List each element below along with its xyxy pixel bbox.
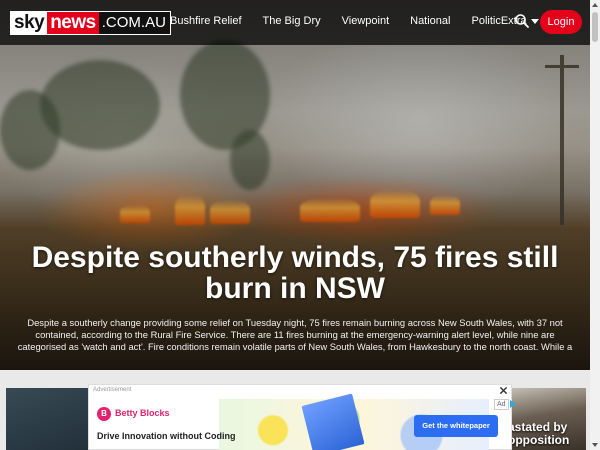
main-nav: Bushfire Relief The Big Dry Viewpoint Na… [170,15,560,27]
page: Despite southerly winds, 75 fires still … [0,0,600,450]
logo-news: news [47,12,99,34]
logo-domain: .COM.AU [98,12,170,34]
nav-item-bushfire-relief[interactable]: Bushfire Relief [170,15,242,27]
login-button[interactable]: Login [540,10,582,34]
close-icon[interactable] [499,386,508,395]
ad-tagline: Drive Innovation without Coding [97,431,236,441]
scroll-up-arrow-icon[interactable] [590,0,600,10]
story-card[interactable]: astated by opposition [500,388,586,450]
hero-overlay [0,0,590,370]
nav-item-viewpoint[interactable]: Viewpoint [342,15,390,27]
ad-label: Advertisement [93,387,132,393]
scrollbar-thumb[interactable] [592,12,598,42]
ad-cta-button[interactable]: Get the whitepaper [414,415,498,437]
scroll-down-arrow-icon[interactable] [590,440,600,450]
nav-item-the-big-dry[interactable]: The Big Dry [263,15,321,27]
chevron-down-icon [530,18,539,24]
page-scrollbar[interactable] [590,0,600,450]
story-card-title-line: opposition [508,433,570,447]
logo-sky: sky [11,12,48,34]
hero-headline[interactable]: Despite southerly winds, 75 fires still … [0,242,590,304]
search-icon[interactable] [514,13,530,29]
sky-news-logo[interactable]: sky news .COM.AU [10,11,171,35]
story-card-image[interactable] [6,388,88,450]
advertisement-banner[interactable]: Advertisement B Betty Blocks Drive Innov… [88,384,516,450]
story-card-title: astated by opposition [508,421,569,447]
betty-blocks-logo: B [97,407,111,421]
nav-item-national[interactable]: National [410,15,450,27]
adchoices-icon[interactable] [509,399,517,409]
hero-story[interactable]: Despite southerly winds, 75 fires still … [0,0,590,370]
hero-summary: Despite a southerly change providing som… [17,317,573,352]
site-header: sky news .COM.AU Bushfire Relief The Big… [0,0,590,45]
ad-brand: Betty Blocks [115,408,170,418]
ad-choice-badge[interactable]: Ad [494,399,509,410]
